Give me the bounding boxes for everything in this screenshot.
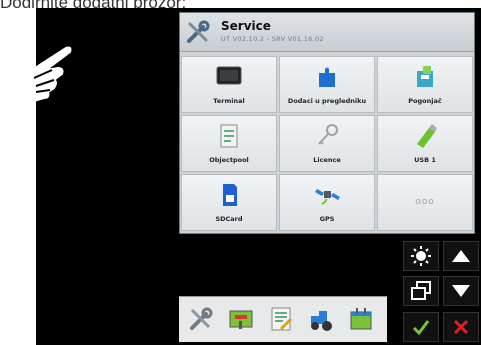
side-button-panel [403,240,481,345]
tile-browser-plugins[interactable]: Dodaci u pregledniku [279,56,375,113]
tools-icon [187,20,210,43]
scroll-up-button[interactable] [443,241,479,271]
scroll-down-button[interactable] [443,276,479,306]
tile-label: SDCard [215,215,243,223]
tile-more[interactable]: ooo [377,174,473,231]
tile-terminal[interactable]: Terminal [181,56,277,113]
cancel-button[interactable] [443,312,479,342]
puzzle-icon [319,67,335,87]
field-map-icon[interactable] [227,305,255,333]
more-icon: ooo [415,197,435,207]
service-header: Service UT V02.10.2 - SRV V01.16.02 [180,13,474,52]
app-bar [179,296,387,342]
key-icon [318,124,338,145]
tile-usb[interactable]: USB 1 [377,115,473,172]
tile-label: Dodaci u pregledniku [287,97,367,105]
service-title: Service [221,19,271,33]
arrow-down-icon [452,285,470,297]
satellite-icon [315,189,340,205]
driver-icon [417,66,433,87]
window-switch-icon [411,281,431,300]
tile-driver[interactable]: Pogonjač [377,56,473,113]
service-tile-grid: Terminal Dodaci u pregledniku Pogonjač O… [181,56,473,231]
objectpool-icon [220,124,238,148]
tile-sdcard[interactable]: SDCard [181,174,277,231]
tractor-icon[interactable] [307,305,335,333]
calendar-icon[interactable] [347,305,375,333]
tile-label: USB 1 [414,156,436,164]
tile-label: Terminal [213,97,245,105]
tile-label: Licence [313,156,341,164]
service-version: UT V02.10.2 - SRV V01.16.02 [221,35,324,43]
tile-gps[interactable]: GPS [279,174,375,231]
brightness-button[interactable] [403,241,439,271]
tile-objectpool[interactable]: Objectpool [181,115,277,172]
cancel-icon [453,319,469,335]
tile-label: GPS [319,215,335,223]
service-dialog: Service UT V02.10.2 - SRV V01.16.02 Term… [179,12,475,234]
confirm-icon [412,320,430,336]
terminal-icon [216,66,242,85]
usb-icon [417,124,437,148]
window-switch-button[interactable] [403,276,439,306]
tile-label: Objectpool [209,156,249,164]
checklist-icon[interactable] [267,305,295,333]
hand-tap-icon [15,46,72,103]
tile-label: Pogonjač [408,97,442,105]
sdcard-icon [223,184,237,206]
confirm-button[interactable] [403,312,439,342]
tile-licence[interactable]: Licence [279,115,375,172]
brightness-icon [411,246,431,266]
tools-icon[interactable] [187,305,215,333]
arrow-up-icon [452,250,470,262]
